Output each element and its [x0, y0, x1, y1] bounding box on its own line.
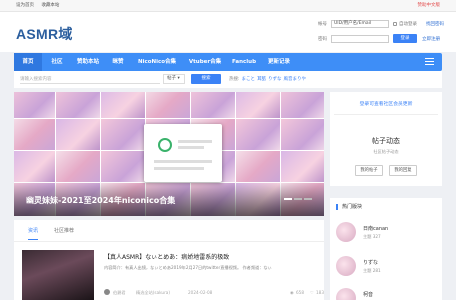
- post-date: 2024-02-08: [188, 290, 213, 295]
- nav-likes[interactable]: 眯赞: [106, 53, 130, 71]
- content-panel: 资讯 社区推荐 【真人ASMR】なぃとめあ：病娇地雷系的极致 内容简介：有真人出…: [14, 220, 324, 300]
- content-tabs: 资讯 社区推荐: [14, 220, 324, 242]
- search-input[interactable]: 请输入搜索内容: [20, 75, 160, 84]
- my-posts-button[interactable]: 我的帖子: [355, 165, 383, 176]
- hot-searches: 热搜: まこと 耳舐 りずな 風音まりや: [229, 75, 306, 84]
- carousel-dots[interactable]: [282, 185, 312, 204]
- panel-heading: 帖子动态: [372, 137, 400, 145]
- account-label: 帐号: [318, 22, 327, 27]
- search-button[interactable]: 搜索: [191, 74, 221, 84]
- hot-search-item[interactable]: りずな: [268, 77, 282, 82]
- post-description: 内容简介：有真人出镜，なぃとめあ2019年2月27日的twitter直播视频。 …: [104, 265, 272, 270]
- post-author[interactable]: 伯爵君: [113, 290, 126, 296]
- site-logo[interactable]: ASMR域: [16, 24, 73, 44]
- list-item[interactable]: 柯音: [336, 288, 436, 300]
- forgot-password-link[interactable]: 找回密码: [426, 21, 444, 27]
- panel-subtitle: 社区帖子动态: [373, 149, 399, 154]
- eye-icon: ◉: [290, 290, 294, 295]
- avatar: [336, 222, 356, 242]
- nav-community[interactable]: 社区: [44, 53, 70, 71]
- check-ring-icon: [158, 138, 172, 152]
- search-bar: 请输入搜索内容 帖子 ▾ 搜索 热搜: まこと 耳舐 りずな 風音まりや: [14, 71, 442, 88]
- header: ASMR域 帐号 UID/用户名/Email 自动登录 找回密码 密码 登录 立…: [0, 12, 456, 52]
- login-to-view-link[interactable]: 登录可查看社区会员更新: [330, 100, 442, 107]
- divider: [334, 114, 438, 115]
- list-item[interactable]: 日南canan 主题 327: [336, 222, 436, 246]
- avatar: [336, 288, 356, 300]
- nav-changelog[interactable]: 更新记录: [262, 53, 296, 71]
- account-input[interactable]: UID/用户名/Email: [331, 20, 389, 28]
- top-links: 设为首页 收藏本站: [16, 0, 65, 11]
- post-category[interactable]: 精选全站(sakura): [136, 290, 170, 296]
- menu-icon[interactable]: [425, 58, 434, 66]
- password-label: 密码: [318, 37, 327, 42]
- hot-search-item[interactable]: 風音まりや: [284, 77, 307, 82]
- password-input[interactable]: [331, 35, 389, 43]
- user-name: 日南canan: [363, 226, 389, 232]
- thumbs-up-icon: ♡: [310, 290, 314, 295]
- banner-title[interactable]: 幽灵妹妹-2021至2024年niconico合集: [26, 195, 175, 206]
- top-bar: 设为首页 收藏本站 赞助中文版: [0, 0, 456, 12]
- avatar: [104, 289, 110, 295]
- panel-heading: 热门版块: [336, 204, 362, 210]
- remember-checkbox[interactable]: [393, 22, 397, 26]
- tab-news[interactable]: 资讯: [28, 227, 39, 240]
- promo-link[interactable]: 赞助中文版: [418, 0, 441, 11]
- login-button[interactable]: 登录: [393, 34, 417, 43]
- my-replies-button[interactable]: 我的回复: [389, 165, 417, 176]
- view-count: 658: [296, 290, 304, 295]
- banner-popup-image: [144, 124, 222, 182]
- topic-count: 主题 327: [363, 234, 381, 239]
- user-name: 柯音: [363, 292, 374, 298]
- nav-sponsor[interactable]: 赞助本站: [72, 53, 104, 71]
- post-thumbnail[interactable]: [22, 250, 94, 300]
- set-homepage-link[interactable]: 设为首页: [16, 3, 34, 8]
- user-name: りずな: [363, 260, 379, 266]
- topic-count: 主题 281: [363, 268, 381, 273]
- login-form: 帐号 UID/用户名/Email 自动登录 找回密码 密码 登录 立即注册: [318, 20, 446, 50]
- banner-carousel[interactable]: 幽灵妹妹-2021至2024年niconico合集: [14, 92, 324, 216]
- hot-search-item[interactable]: 耳舐: [257, 77, 266, 82]
- nav-home[interactable]: 首页: [14, 53, 42, 71]
- register-link[interactable]: 立即注册: [422, 36, 440, 42]
- search-type-label: 帖子: [167, 76, 176, 81]
- tab-community-picks[interactable]: 社区推荐: [54, 227, 74, 234]
- list-item[interactable]: りずな 主题 281: [336, 256, 436, 280]
- avatar: [336, 256, 356, 276]
- search-type-select[interactable]: 帖子 ▾: [163, 74, 185, 84]
- post-title[interactable]: 【真人ASMR】なぃとめあ：病娇地雷系的极致: [104, 252, 229, 261]
- hot-search-item[interactable]: まこと: [242, 77, 256, 82]
- nav-vtuber[interactable]: Vtuber合集: [184, 53, 226, 71]
- bookmark-link[interactable]: 收藏本站: [41, 3, 59, 8]
- nav-fanclub[interactable]: Fanclub: [228, 53, 260, 71]
- main-nav: 首页 社区 赞助本站 眯赞 NicoNico合集 Vtuber合集 Fanclu…: [14, 53, 442, 71]
- hot-search-label: 热搜:: [229, 77, 240, 82]
- like-count: 183: [316, 290, 324, 295]
- nav-niconico[interactable]: NicoNico合集: [132, 53, 182, 71]
- chevron-down-icon: ▾: [177, 76, 180, 81]
- hot-boards-panel: 热门版块 日南canan 主题 327 りずな 主题 281 柯音: [330, 198, 442, 300]
- remember-label: 自动登录: [399, 22, 417, 27]
- post-activity-panel: 登录可查看社区会员更新 帖子动态 社区帖子动态 我的帖子 我的回复: [330, 92, 442, 186]
